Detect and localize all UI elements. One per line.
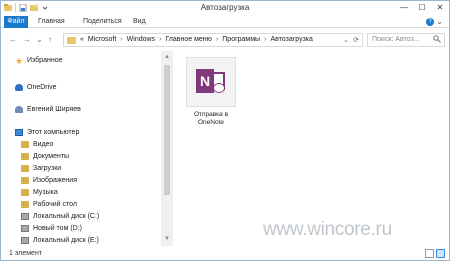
- nav-item-downloads[interactable]: Загрузки: [21, 163, 61, 174]
- nav-item-label: Этот компьютер: [27, 129, 80, 136]
- nav-item-documents[interactable]: Документы: [21, 151, 69, 162]
- view-switcher: [425, 249, 445, 258]
- item-count: 1 элемент: [9, 250, 43, 257]
- breadcrumb-item[interactable]: Автозагрузка: [270, 36, 312, 43]
- nav-item-pictures[interactable]: Изображения: [21, 175, 77, 186]
- documents-folder-icon: [21, 153, 29, 160]
- navigation-bar: ← → ⌄ ↑ « Microsoft › Windows › Главное …: [1, 31, 449, 49]
- breadcrumb-item[interactable]: Программы: [222, 36, 260, 43]
- details-view-icon[interactable]: [425, 249, 434, 258]
- nav-item-label: Рабочий стол: [33, 201, 77, 208]
- nav-item-drive-d[interactable]: Новый том (D:): [21, 223, 82, 234]
- chevron-right-icon[interactable]: ›: [120, 36, 122, 43]
- chevron-right-icon[interactable]: ›: [216, 36, 218, 43]
- nav-item-videos[interactable]: Видео: [21, 139, 53, 150]
- nav-item-label: Евгений Ширяев: [27, 106, 81, 113]
- scrollbar-thumb[interactable]: [164, 65, 170, 195]
- breadcrumb-item[interactable]: Microsoft: [88, 36, 116, 43]
- close-button[interactable]: ✕: [435, 3, 445, 12]
- folder-icon: [67, 37, 76, 44]
- chevron-right-icon[interactable]: ›: [159, 36, 161, 43]
- nav-item-favorites[interactable]: ★ Избранное: [15, 55, 62, 66]
- tab-file[interactable]: Файл: [4, 16, 28, 28]
- nav-item-drive-c[interactable]: Локальный диск (C:): [21, 211, 99, 222]
- help-icon[interactable]: ?: [426, 18, 434, 26]
- nav-item-music[interactable]: Музыка: [21, 187, 58, 198]
- drive-icon: [21, 213, 29, 220]
- refresh-icon[interactable]: ⟳: [353, 36, 359, 44]
- nav-item-label: Изображения: [33, 177, 77, 184]
- nav-item-drive-e[interactable]: Локальный диск (E:): [21, 235, 99, 246]
- address-dropdown-icon[interactable]: ⌄: [343, 36, 349, 44]
- nav-item-label: Локальный диск (E:): [33, 237, 99, 244]
- nav-item-label: Загрузки: [33, 165, 62, 172]
- title-bar: Автозагрузка — ☐ ✕: [1, 1, 449, 15]
- scroll-down-icon[interactable]: ▼: [164, 236, 170, 242]
- minimize-button[interactable]: —: [399, 3, 409, 12]
- tab-home[interactable]: Главная: [38, 16, 65, 28]
- large-icons-view-icon[interactable]: [436, 249, 445, 258]
- status-bar: 1 элемент: [1, 247, 449, 261]
- file-name: Отправка в OneNote: [183, 111, 239, 127]
- nav-item-user[interactable]: Евгений Ширяев: [15, 104, 81, 115]
- nav-item-label: Избранное: [27, 57, 63, 64]
- ribbon-tabs: Файл Главная Поделиться Вид ⌄ ?: [1, 16, 449, 28]
- address-bar[interactable]: « Microsoft › Windows › Главное меню › П…: [63, 33, 363, 47]
- nav-item-onedrive[interactable]: OneDrive: [15, 82, 57, 93]
- watermark: www.wincore.ru: [263, 219, 392, 240]
- breadcrumb-overflow[interactable]: «: [80, 36, 84, 43]
- pictures-folder-icon: [21, 177, 29, 184]
- file-name-line: Отправка в: [193, 111, 229, 118]
- breadcrumb-item[interactable]: Главное меню: [165, 36, 212, 43]
- file-item[interactable]: N Отправка в OneNote: [183, 55, 239, 131]
- file-list: N Отправка в OneNote: [175, 51, 449, 246]
- nav-item-desktop[interactable]: Рабочий стол: [21, 199, 77, 210]
- star-icon: ★: [15, 56, 24, 66]
- chevron-right-icon[interactable]: ›: [264, 36, 266, 43]
- file-name-line: OneNote: [197, 119, 225, 126]
- nav-item-this-pc[interactable]: Этот компьютер: [15, 127, 79, 138]
- drive-icon: [21, 225, 29, 232]
- cloud-icon: [15, 84, 23, 91]
- breadcrumb-item[interactable]: Windows: [127, 36, 155, 43]
- nav-item-label: Локальный диск (C:): [33, 213, 100, 220]
- scroll-up-icon[interactable]: ▲: [164, 54, 170, 60]
- nav-item-label: Музыка: [33, 189, 58, 196]
- onenote-icon: N: [196, 67, 226, 97]
- drive-icon: [21, 237, 29, 244]
- desktop-folder-icon: [21, 201, 29, 208]
- search-placeholder: Поиск: Автоз...: [372, 36, 420, 43]
- music-folder-icon: [21, 189, 29, 196]
- search-input[interactable]: Поиск: Автоз...: [367, 33, 445, 47]
- nav-item-label: Документы: [33, 153, 70, 160]
- breadcrumb: « Microsoft › Windows › Главное меню › П…: [80, 36, 313, 43]
- back-arrow-icon[interactable]: ←: [9, 35, 17, 44]
- maximize-button[interactable]: ☐: [417, 3, 427, 12]
- file-thumbnail: N: [186, 57, 236, 107]
- nav-item-label: Новый том (D:): [33, 225, 82, 232]
- expand-ribbon-icon[interactable]: ⌄: [436, 17, 443, 26]
- explorer-window: Автозагрузка — ☐ ✕ Файл Главная Поделить…: [0, 0, 450, 261]
- video-folder-icon: [21, 141, 29, 148]
- user-icon: [15, 106, 23, 113]
- computer-icon: [15, 129, 23, 136]
- nav-item-label: Видео: [33, 141, 54, 148]
- tab-view[interactable]: Вид: [133, 16, 146, 28]
- search-icon[interactable]: [433, 35, 441, 43]
- forward-arrow-icon[interactable]: →: [23, 35, 31, 44]
- nav-item-label: OneDrive: [27, 84, 57, 91]
- window-controls: — ☐ ✕: [399, 3, 445, 12]
- tab-share[interactable]: Поделиться: [83, 16, 122, 28]
- up-arrow-icon[interactable]: ↑: [48, 35, 52, 44]
- navigation-pane: ★ Избранное OneDrive Евгений Ширяев Этот…: [1, 51, 174, 246]
- downloads-folder-icon: [21, 165, 29, 172]
- recent-locations-icon[interactable]: ⌄: [36, 35, 43, 44]
- window-title: Автозагрузка: [200, 3, 250, 12]
